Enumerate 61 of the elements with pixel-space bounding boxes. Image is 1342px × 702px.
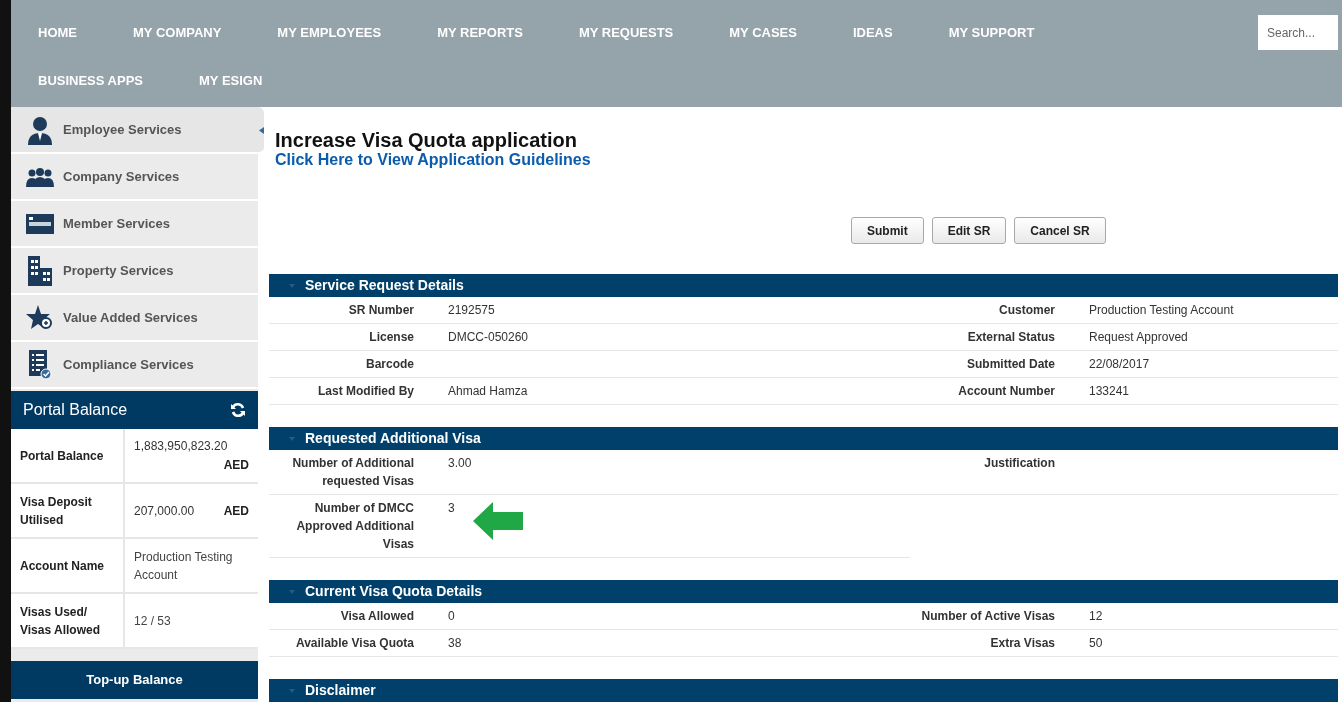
action-button[interactable]: Edit SR	[931, 217, 1007, 244]
field-value: Request Approved	[1089, 329, 1188, 346]
refresh-icon[interactable]	[230, 402, 246, 418]
action-button[interactable]: Submit	[851, 217, 924, 244]
balance-label: Account Name	[20, 557, 105, 575]
field-label: SR Number	[347, 302, 414, 319]
field-label: Justification	[983, 455, 1055, 472]
top-up-button[interactable]: Top-up Balance	[11, 661, 258, 699]
field-label: Number of Additional requested Visas	[291, 455, 414, 490]
field-value: Ahmad Hamza	[448, 383, 528, 400]
section-title: Disclaimer	[305, 681, 376, 700]
currency-label: AED	[223, 457, 249, 474]
sidebar-item[interactable]: Employee Services	[11, 107, 264, 154]
field-value: 2192575	[448, 302, 495, 319]
collapse-icon[interactable]	[289, 688, 295, 693]
field-value: 3	[448, 500, 455, 517]
field-label: Last Modified By	[317, 383, 414, 400]
section-title: Requested Additional Visa	[305, 429, 481, 448]
field-label: License	[368, 329, 414, 346]
balance-value: 1,883,950,823.20	[134, 438, 229, 455]
balance-value: Production Testing Account	[134, 548, 234, 584]
balance-title: Portal Balance	[23, 400, 128, 420]
field-value: 22/08/2017	[1089, 356, 1150, 373]
action-button[interactable]: Cancel SR	[1014, 217, 1106, 244]
collapse-icon[interactable]	[289, 589, 295, 594]
field-value: 38	[448, 635, 462, 652]
balance-label: Visas Used/ Visas Allowed	[20, 603, 102, 639]
field-value: 12	[1089, 608, 1103, 625]
search-field[interactable]: Search...	[1258, 15, 1338, 50]
field-label: Visa Allowed	[339, 608, 414, 625]
collapse-icon[interactable]	[289, 283, 295, 288]
field-label: Number of DMCC Approved Additional Visas	[295, 500, 414, 553]
field-value: 3.00	[448, 455, 472, 472]
field-value: 50	[1089, 635, 1103, 652]
field-label: Customer	[998, 302, 1055, 319]
balance-value: 12 / 53	[134, 612, 172, 630]
field-label: Number of Active Visas	[920, 608, 1055, 625]
field-value: Production Testing Account	[1089, 302, 1234, 319]
person-icon	[25, 114, 55, 145]
field-label: Submitted Date	[966, 356, 1055, 373]
field-value: DMCC-050260	[448, 329, 529, 346]
balance-value: 207,000.00	[134, 502, 195, 520]
balance-label: Portal Balance	[20, 447, 104, 465]
field-label: External Status	[966, 329, 1055, 346]
field-value: 0	[448, 608, 455, 625]
guidelines-link[interactable]: Click Here to View Application Guidelines	[275, 151, 1338, 169]
field-value: 133241	[1089, 383, 1130, 400]
field-label: Extra Visas	[989, 635, 1055, 652]
section-title: Current Visa Quota Details	[305, 582, 483, 601]
field-label: Available Visa Quota	[294, 635, 414, 652]
section-title: Service Request Details	[305, 276, 464, 295]
currency-label: AED	[223, 502, 249, 520]
star-icon	[25, 303, 55, 332]
building-icon	[25, 255, 55, 286]
collapse-icon[interactable]	[289, 436, 295, 441]
balance-label: Visa Deposit Utilised	[20, 493, 93, 529]
card-icon	[25, 213, 55, 234]
people-icon	[25, 166, 55, 187]
field-label: Barcode	[364, 356, 414, 373]
page-title: Increase Visa Quota application	[275, 129, 578, 151]
field-label: Account Number	[957, 383, 1055, 400]
